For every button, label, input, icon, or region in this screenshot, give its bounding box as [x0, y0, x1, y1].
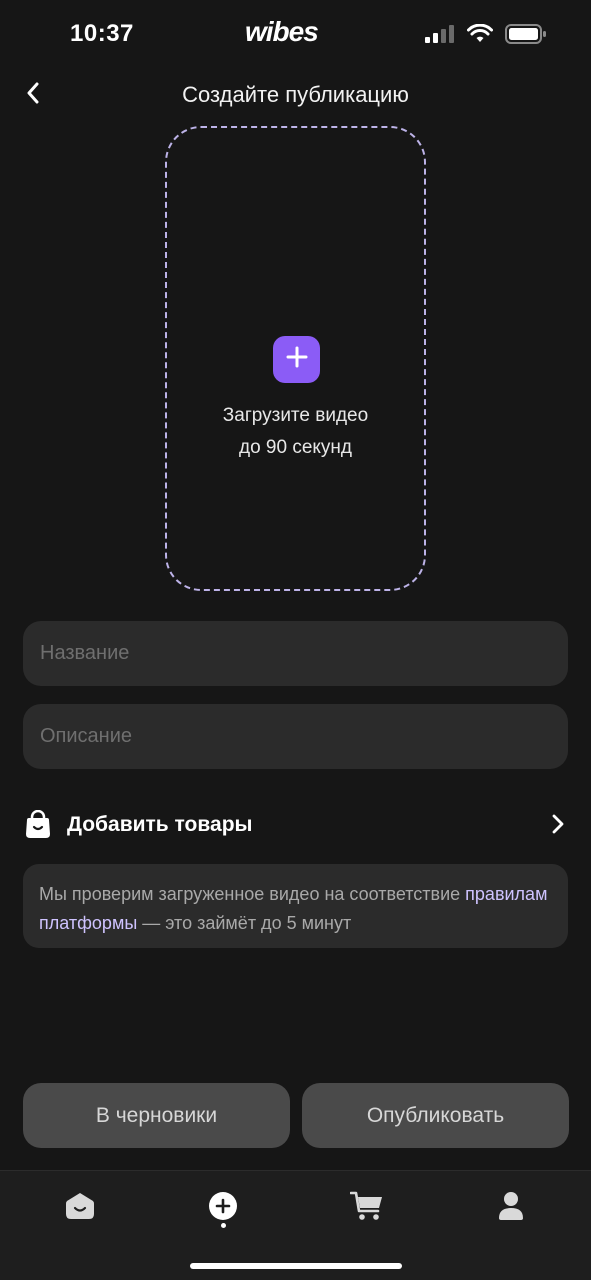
- publish-button[interactable]: Опубликовать: [302, 1083, 569, 1148]
- tab-home[interactable]: [55, 1183, 105, 1233]
- create-plus-icon: [208, 1191, 238, 1226]
- wifi-icon: [467, 23, 493, 49]
- description-placeholder: Описание: [40, 725, 133, 747]
- tab-bar: [0, 1170, 591, 1280]
- plus-icon: [286, 346, 308, 373]
- profile-icon: [498, 1191, 524, 1226]
- cart-icon: [349, 1190, 384, 1227]
- home-icon: [65, 1192, 95, 1225]
- upload-hint-line2: до 90 секунд: [238, 437, 353, 458]
- upload-hint-line1: Загрузите видео: [222, 405, 369, 426]
- tab-profile[interactable]: [486, 1183, 536, 1233]
- title-input[interactable]: Название: [23, 621, 568, 686]
- chevron-right-icon: [552, 814, 564, 839]
- status-bar: 10:37 wibes: [0, 0, 591, 70]
- title-placeholder: Название: [40, 642, 130, 664]
- notice-text-after: — это займёт до 5 минут: [137, 913, 352, 933]
- upload-hint: Загрузите видео до 90 секунд: [167, 400, 424, 464]
- notice-text-before: Мы проверим загруженное видео на соответ…: [39, 884, 466, 904]
- page-title: Создайте публикацию: [182, 82, 409, 107]
- header: Создайте публикацию: [0, 70, 591, 122]
- shopping-bag-icon: [23, 809, 53, 845]
- upload-plus-button[interactable]: [273, 336, 320, 383]
- save-draft-button[interactable]: В черновики: [23, 1083, 290, 1148]
- description-input[interactable]: Описание: [23, 704, 568, 769]
- active-tab-indicator: [221, 1223, 226, 1228]
- moderation-notice: Мы проверим загруженное видео на соответ…: [23, 864, 568, 948]
- home-indicator: [190, 1263, 402, 1269]
- status-icons: [425, 23, 547, 49]
- add-products-row[interactable]: Добавить товары: [23, 800, 568, 850]
- battery-icon: [505, 24, 547, 49]
- tab-cart[interactable]: [342, 1183, 392, 1233]
- signal-icon: [425, 25, 455, 48]
- video-upload-area[interactable]: Загрузите видео до 90 секунд: [165, 126, 426, 591]
- status-time: 10:37: [70, 20, 134, 47]
- add-products-label: Добавить товары: [67, 813, 253, 836]
- app-logo: wibes: [245, 16, 319, 47]
